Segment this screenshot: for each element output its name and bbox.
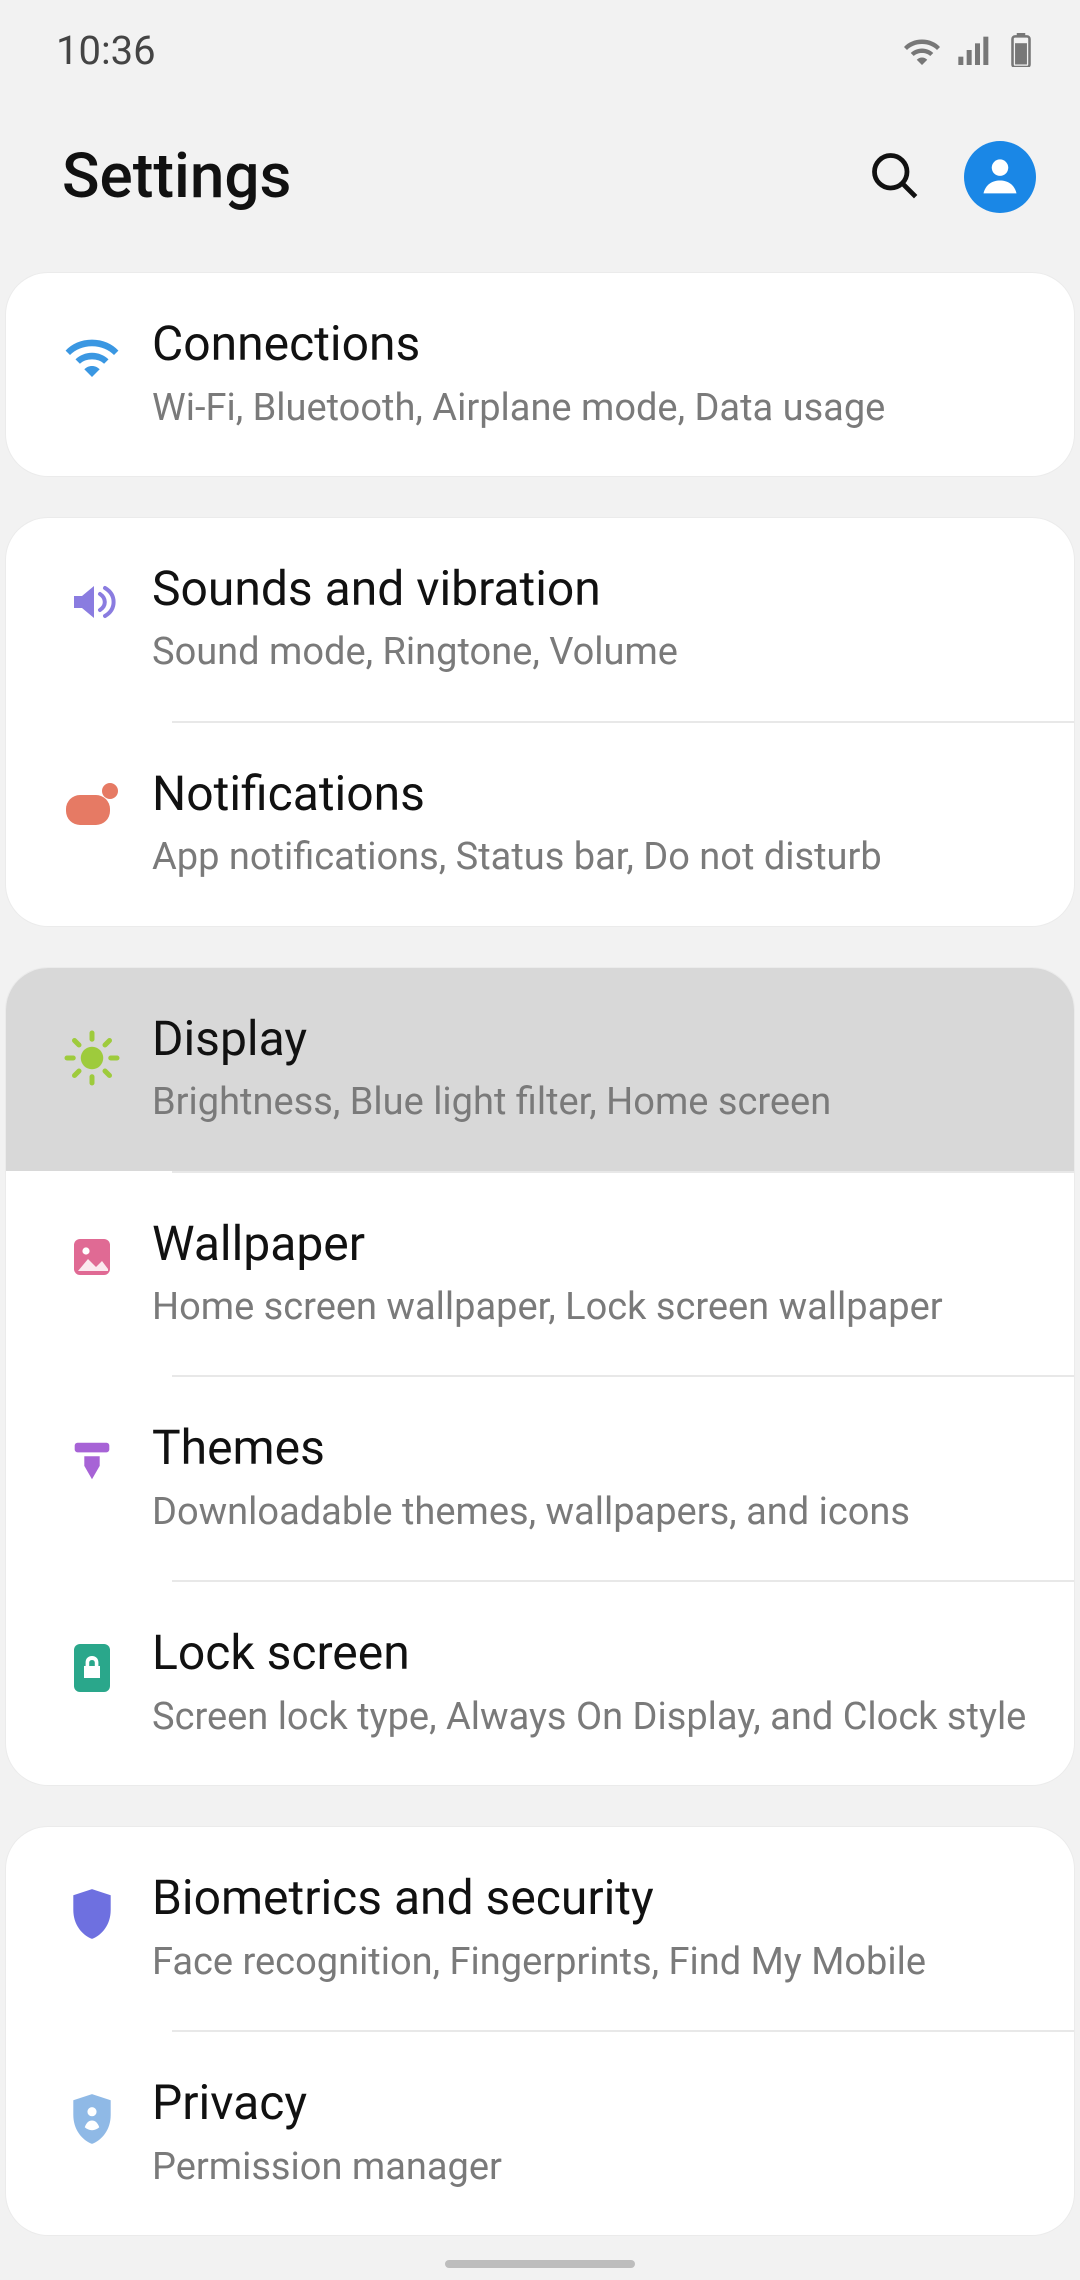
- settings-list: Connections Wi-Fi, Bluetooth, Airplane mo…: [0, 273, 1080, 2235]
- item-title: Lock screen: [152, 1624, 1034, 1682]
- settings-item-privacy[interactable]: Privacy Permission manager: [6, 2032, 1074, 2235]
- item-title: Sounds and vibration: [152, 560, 1034, 618]
- item-title: Display: [152, 1010, 1034, 1068]
- themes-icon: [52, 1419, 132, 1487]
- wifi-status-icon: [904, 35, 940, 65]
- settings-item-biometrics-security[interactable]: Biometrics and security Face recognition,…: [6, 1827, 1074, 2030]
- gesture-handle: [445, 2260, 635, 2268]
- item-subtitle: App notifications, Status bar, Do not di…: [152, 832, 1034, 883]
- settings-item-wallpaper[interactable]: Wallpaper Home screen wallpaper, Lock scr…: [6, 1173, 1074, 1376]
- settings-group: Biometrics and security Face recognition,…: [6, 1827, 1074, 2235]
- item-subtitle: Screen lock type, Always On Display, and…: [152, 1692, 1034, 1743]
- item-title: Privacy: [152, 2074, 1034, 2132]
- wallpaper-icon: [52, 1215, 132, 1281]
- settings-group: Display Brightness, Blue light filter, Ho…: [6, 968, 1074, 1786]
- sound-icon: [52, 560, 132, 626]
- search-button[interactable]: [864, 147, 924, 207]
- clock: 10:36: [56, 27, 156, 74]
- item-title: Themes: [152, 1419, 1034, 1477]
- settings-group: Connections Wi-Fi, Bluetooth, Airplane mo…: [6, 273, 1074, 476]
- status-icons: [904, 33, 1032, 67]
- lock-icon: [52, 1624, 132, 1694]
- settings-item-notifications[interactable]: Notifications App notifications, Status b…: [6, 723, 1074, 926]
- item-title: Connections: [152, 315, 1034, 373]
- settings-group: Sounds and vibration Sound mode, Ringtone…: [6, 518, 1074, 926]
- item-subtitle: Permission manager: [152, 2142, 1034, 2193]
- profile-button[interactable]: [964, 141, 1036, 213]
- item-subtitle: Home screen wallpaper, Lock screen wallp…: [152, 1282, 1034, 1333]
- settings-item-lock-screen[interactable]: Lock screen Screen lock type, Always On D…: [6, 1582, 1074, 1785]
- search-icon: [868, 149, 920, 205]
- item-subtitle: Sound mode, Ringtone, Volume: [152, 627, 1034, 678]
- item-subtitle: Downloadable themes, wallpapers, and ico…: [152, 1487, 1034, 1538]
- item-subtitle: Wi-Fi, Bluetooth, Airplane mode, Data us…: [152, 383, 1034, 434]
- header: Settings: [0, 100, 1080, 273]
- shield-icon: [52, 1869, 132, 1941]
- item-subtitle: Face recognition, Fingerprints, Find My …: [152, 1937, 1034, 1988]
- privacy-icon: [52, 2074, 132, 2146]
- item-title: Wallpaper: [152, 1215, 1034, 1273]
- item-subtitle: Brightness, Blue light filter, Home scre…: [152, 1077, 1034, 1128]
- item-title: Notifications: [152, 765, 1034, 823]
- settings-item-display[interactable]: Display Brightness, Blue light filter, Ho…: [6, 968, 1074, 1171]
- item-title: Biometrics and security: [152, 1869, 1034, 1927]
- status-bar: 10:36: [0, 0, 1080, 100]
- settings-item-sounds-vibration[interactable]: Sounds and vibration Sound mode, Ringtone…: [6, 518, 1074, 721]
- page-title: Settings: [62, 140, 291, 213]
- battery-status-icon: [1010, 33, 1032, 67]
- avatar-icon: [978, 153, 1022, 201]
- brightness-icon: [52, 1010, 132, 1088]
- signal-status-icon: [958, 35, 992, 65]
- settings-item-connections[interactable]: Connections Wi-Fi, Bluetooth, Airplane mo…: [6, 273, 1074, 476]
- wifi-icon: [52, 315, 132, 377]
- bell-icon: [52, 765, 132, 827]
- settings-item-themes[interactable]: Themes Downloadable themes, wallpapers, a…: [6, 1377, 1074, 1580]
